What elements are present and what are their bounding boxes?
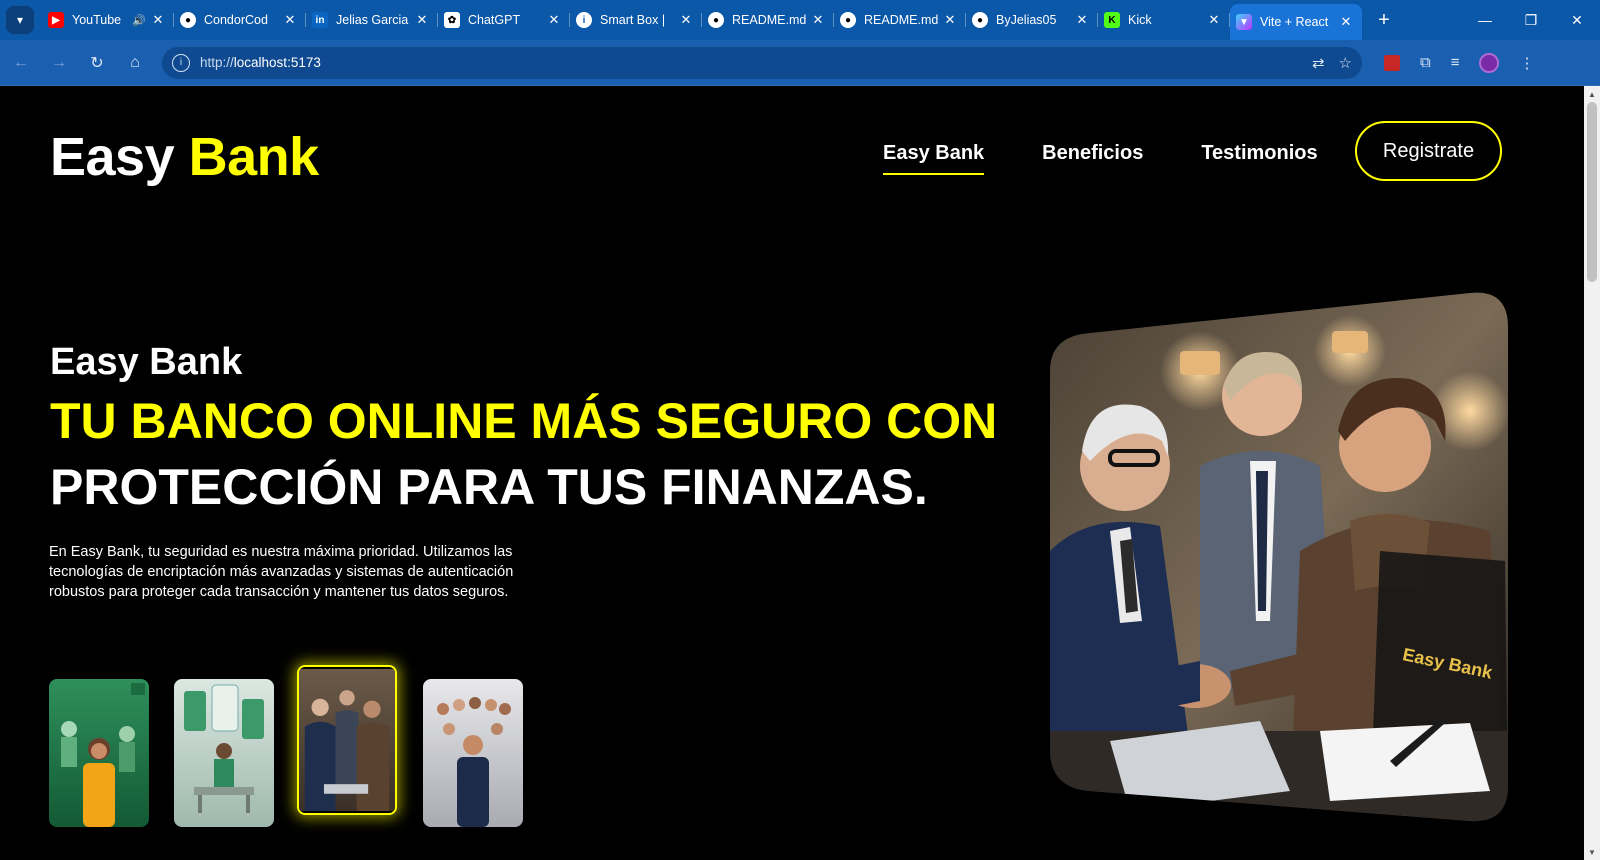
url-scheme: http:// <box>200 55 234 70</box>
home-icon[interactable]: ⌂ <box>118 46 152 80</box>
scroll-up-arrow-icon[interactable]: ▲ <box>1584 86 1600 102</box>
minimize-icon[interactable]: — <box>1462 0 1508 40</box>
hero-headline-line1: TU BANCO ONLINE MÁS SEGURO CON <box>50 393 998 449</box>
tab-title: ByJelias05 <box>996 13 1057 27</box>
extension-area: ⧉ ≡ ⋮ <box>1384 52 1534 73</box>
thumbnail-2[interactable] <box>174 679 274 827</box>
browser-tab[interactable]: ● README.md ✕ <box>834 4 966 36</box>
browser-tab[interactable]: i Smart Box | ✕ <box>570 4 702 36</box>
thumbnail-4[interactable] <box>423 679 523 827</box>
github-icon: ● <box>972 12 988 28</box>
menu-kebab-icon[interactable]: ⋮ <box>1519 54 1534 72</box>
chatgpt-icon: ✿ <box>444 12 460 28</box>
browser-tab[interactable]: in Jelias Garcia ✕ <box>306 4 438 36</box>
site-info-icon[interactable]: i <box>172 53 190 72</box>
hero-image: Easy Bank <box>1050 291 1508 823</box>
translate-icon[interactable]: ⇄ <box>1312 54 1325 72</box>
hero-paragraph: En Easy Bank, tu seguridad es nuestra má… <box>49 544 514 600</box>
browser-tab[interactable]: ● CondorCod ✕ <box>174 4 306 36</box>
tab-title: Smart Box | <box>600 13 666 27</box>
close-icon[interactable]: ✕ <box>678 12 694 28</box>
github-icon: ● <box>708 12 724 28</box>
thumbnail-3-image <box>299 668 395 812</box>
media-control-icon[interactable]: ≡ <box>1451 54 1460 71</box>
close-icon[interactable]: ✕ <box>810 12 826 28</box>
bookmark-star-icon[interactable]: ☆ <box>1339 54 1352 72</box>
youtube-icon: ▶ <box>48 12 64 28</box>
nav-link-beneficios[interactable]: Beneficios <box>1042 142 1143 175</box>
hero-image-illustration: Easy Bank <box>1050 292 1508 822</box>
close-icon[interactable]: ✕ <box>1074 12 1090 28</box>
hero-subtitle: Easy Bank <box>50 341 243 383</box>
speaker-icon[interactable]: 🔊 <box>132 14 146 27</box>
browser-tab[interactable]: ✿ ChatGPT ✕ <box>438 4 570 36</box>
register-button[interactable]: Registrate <box>1355 121 1502 181</box>
tab-search-button[interactable]: ▾ <box>6 6 34 34</box>
vite-icon: ▼ <box>1236 14 1252 30</box>
nav-link-testimonios[interactable]: Testimonios <box>1201 142 1317 175</box>
thumbnail-1[interactable] <box>49 679 149 827</box>
nav-link-easy-bank[interactable]: Easy Bank <box>883 142 985 175</box>
thumbnail-3-selected[interactable] <box>297 665 397 815</box>
tab-title: YouTube <box>72 13 122 27</box>
site-logo[interactable]: Easy Bank <box>50 126 319 188</box>
tab-title: README.md <box>732 13 806 27</box>
new-tab-button[interactable]: + <box>1372 9 1396 32</box>
browser-tab[interactable]: ● ByJelias05 ✕ <box>966 4 1098 36</box>
browser-tab-active[interactable]: ▼ Vite + React ✕ <box>1230 4 1362 40</box>
github-icon: ● <box>840 12 856 28</box>
chevron-down-icon: ▾ <box>16 13 24 27</box>
browser-tab[interactable]: K Kick ✕ <box>1098 4 1230 36</box>
linkedin-icon: in <box>312 12 328 28</box>
address-bar-actions: ⇄ ☆ <box>1312 47 1352 79</box>
thumbnail-carousel <box>49 665 529 829</box>
logo-accent-text: Bank <box>188 127 320 187</box>
url-host: localhost:5173 <box>233 55 321 70</box>
forward-arrow-icon[interactable]: → <box>42 46 76 80</box>
tab-title: Jelias Garcia <box>336 13 409 27</box>
scrollbar-thumb[interactable] <box>1587 102 1597 282</box>
thumbnail-1-image <box>49 679 149 827</box>
kick-icon: K <box>1104 12 1120 28</box>
tab-title: Kick <box>1128 13 1152 27</box>
browser-tabstrip: ▾ ▶ YouTube 🔊 ✕ ● CondorCod ✕ in Jelias … <box>0 0 1600 40</box>
close-icon[interactable]: ✕ <box>546 12 562 28</box>
info-icon: i <box>576 12 592 28</box>
close-icon[interactable]: ✕ <box>1338 14 1354 30</box>
logo-main-text: Easy <box>50 127 175 187</box>
close-window-icon[interactable]: ✕ <box>1554 0 1600 40</box>
main-nav: Easy Bank Beneficios Testimonios <box>883 142 1318 175</box>
reload-icon[interactable]: ↻ <box>80 46 114 80</box>
github-icon: ● <box>180 12 196 28</box>
tab-title: CondorCod <box>204 13 268 27</box>
profile-avatar[interactable] <box>1479 52 1500 73</box>
back-arrow-icon[interactable]: ← <box>4 46 38 80</box>
scroll-down-arrow-icon[interactable]: ▼ <box>1584 844 1600 860</box>
close-icon[interactable]: ✕ <box>942 12 958 28</box>
page-viewport: Easy Bank Easy Bank Beneficios Testimoni… <box>0 86 1552 860</box>
tab-title: Vite + React <box>1260 15 1329 29</box>
close-icon[interactable]: ✕ <box>150 12 166 28</box>
close-icon[interactable]: ✕ <box>414 12 430 28</box>
page-scrollbar[interactable]: ▲ ▼ <box>1584 86 1600 860</box>
hero-headline-line2: PROTECCIÓN PARA TUS FINANZAS. <box>50 459 928 515</box>
thumbnail-4-image <box>423 679 523 827</box>
restore-icon[interactable]: ❐ <box>1508 0 1554 40</box>
extensions-puzzle-icon[interactable]: ⧉ <box>1420 54 1431 71</box>
close-icon[interactable]: ✕ <box>1206 12 1222 28</box>
address-bar[interactable]: i http://localhost:5173 ⇄ ☆ <box>162 46 1362 79</box>
browser-tab[interactable]: ● README.md ✕ <box>702 4 834 36</box>
tab-title: ChatGPT <box>468 13 521 27</box>
extension-icon[interactable] <box>1384 54 1400 71</box>
browser-toolbar: ← → ↻ ⌂ i http://localhost:5173 ⇄ ☆ ⧉ ≡ … <box>0 40 1600 86</box>
close-icon[interactable]: ✕ <box>282 12 298 28</box>
thumbnail-2-image <box>174 679 274 827</box>
window-controls: — ❐ ✕ <box>1462 0 1600 40</box>
browser-tab[interactable]: ▶ YouTube 🔊 ✕ <box>42 4 174 36</box>
tab-title: README.md <box>864 13 938 27</box>
